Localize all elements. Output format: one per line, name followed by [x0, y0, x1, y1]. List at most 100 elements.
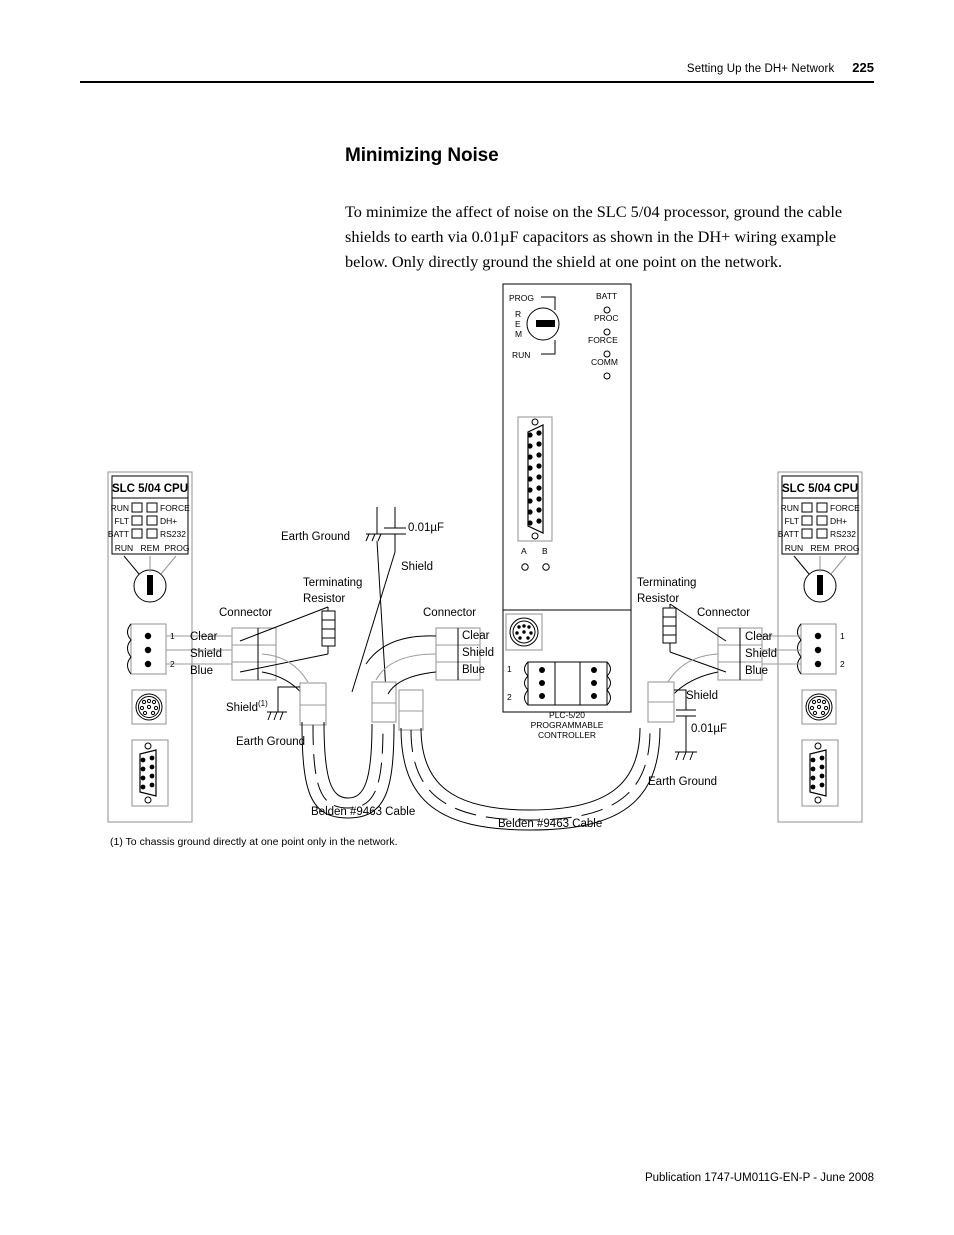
slc-left-de9-connector[interactable] [131, 739, 169, 807]
svg-text:1: 1 [507, 664, 512, 674]
page-header: Setting Up the DH+ Network 225 [80, 60, 874, 83]
svg-text:DH+: DH+ [160, 516, 177, 526]
earth-ground-symbol-left [267, 711, 287, 721]
plc-terminal-block[interactable] [524, 661, 611, 706]
svg-text:SLC 5/04 CPU: SLC 5/04 CPU [782, 483, 858, 495]
page-number: 225 [852, 60, 874, 75]
slc-right-de9-connector[interactable] [801, 739, 839, 807]
label-earth-ground-left: Earth Ground [236, 736, 306, 748]
svg-text:BATT: BATT [778, 529, 799, 539]
label-shield-footnote-text: Shield [226, 701, 258, 714]
svg-text:COMM: COMM [591, 357, 618, 367]
label-shield-right: Shield [686, 690, 718, 702]
label-wire-shield-mid: Shield [462, 647, 494, 659]
dhplus-wiring-diagram: .ln { fill:none; stroke:#000; stroke-wid… [0, 262, 954, 862]
shield-earth-ground-left [267, 686, 300, 721]
svg-text:RS232: RS232 [160, 529, 186, 539]
svg-text:PROC: PROC [594, 313, 619, 323]
svg-text:SLC 5/04 CPU: SLC 5/04 CPU [112, 483, 188, 495]
cable-left-belden [299, 681, 397, 819]
plc-port-a-hole [521, 563, 529, 571]
plc-module [502, 283, 632, 713]
label-wire-clear-right: Clear [745, 631, 773, 643]
svg-text:PLC-5/20: PLC-5/20 [549, 710, 585, 720]
label-shield-top: Shield [401, 561, 433, 573]
svg-text:2: 2 [840, 659, 845, 669]
label-wire-shield-left: Shield [190, 648, 222, 660]
svg-text:RUN: RUN [111, 503, 129, 513]
earth-ground-symbol-right [675, 751, 697, 761]
label-wire-clear-mid: Clear [462, 630, 490, 642]
label-wire-blue-mid: Blue [462, 664, 486, 676]
svg-text:RUN: RUN [781, 503, 799, 513]
label-earth-ground-top: Earth Ground [281, 531, 351, 543]
slc-left-din-connector[interactable] [131, 689, 167, 725]
capacitor-symbol-top [384, 507, 406, 552]
earth-ground-symbol-top [365, 533, 384, 542]
label-wire-blue-left: Blue [190, 665, 214, 677]
label-terminating-resistor-left-line1: Terminating [303, 577, 363, 589]
label-capacitor-right: 0.01µF [691, 723, 728, 735]
label-wire-shield-right: Shield [745, 648, 777, 660]
svg-text:FLT: FLT [785, 516, 799, 526]
svg-text:2: 2 [170, 659, 175, 669]
label-connector-right: Connector [697, 607, 751, 619]
svg-text:PROG: PROG [509, 293, 534, 303]
label-shield-footnote-left: Shield(1) [226, 697, 268, 715]
svg-text:R: R [515, 309, 521, 319]
svg-text:E: E [515, 319, 521, 329]
svg-text:PROGRAMMABLE: PROGRAMMABLE [531, 720, 604, 730]
cable-right-belden [400, 727, 661, 831]
footnote: (1) To chassis ground directly at one po… [110, 836, 398, 848]
svg-text:BATT: BATT [108, 529, 129, 539]
label-capacitor-top: 0.01µF [408, 522, 445, 534]
diagram-canvas: .ln { fill:none; stroke:#000; stroke-wid… [107, 283, 863, 831]
footnote-marker: (1) [257, 699, 268, 708]
svg-text:BATT: BATT [596, 291, 617, 301]
terminating-resistor-left [321, 607, 336, 654]
svg-text:RS232: RS232 [830, 529, 856, 539]
svg-text:B: B [542, 546, 548, 556]
slc-left-terminal-block[interactable] [127, 623, 167, 675]
top-capacitor-ground-group [351, 507, 406, 693]
label-connector-left: Connector [219, 607, 273, 619]
plc-db25-connector[interactable] [517, 416, 553, 542]
svg-text:1: 1 [170, 631, 175, 641]
svg-text:PROG: PROG [834, 543, 859, 553]
svg-text:RUN: RUN [512, 350, 530, 360]
svg-text:DH+: DH+ [830, 516, 847, 526]
section-title: Minimizing Noise [345, 144, 499, 166]
svg-text:RUN: RUN [785, 543, 803, 553]
running-head-title: Setting Up the DH+ Network [686, 63, 835, 75]
header-divider [80, 81, 874, 83]
slc-right-din-connector[interactable] [801, 689, 837, 725]
page-header-row: Setting Up the DH+ Network 225 [80, 60, 874, 81]
svg-text:FLT: FLT [115, 516, 129, 526]
svg-text:FORCE: FORCE [588, 335, 618, 345]
svg-text:2: 2 [507, 692, 512, 702]
svg-text:CONTROLLER: CONTROLLER [538, 730, 596, 740]
svg-text:1: 1 [840, 631, 845, 641]
plc-din-connector[interactable] [505, 613, 543, 651]
label-earth-ground-right: Earth Ground [648, 776, 718, 788]
label-wire-blue-right: Blue [745, 665, 769, 677]
svg-text:RUN: RUN [115, 543, 133, 553]
label-cable-left: Belden #9463 Cable [311, 806, 416, 818]
label-terminating-resistor-right-line1: Terminating [637, 577, 697, 589]
plc-port-b-hole [542, 563, 550, 571]
svg-text:PROG: PROG [164, 543, 189, 553]
label-wire-clear-left: Clear [190, 631, 218, 643]
label-cable-right: Belden #9463 Cable [498, 818, 603, 830]
page-footer: Publication 1747-UM011G-EN-P - June 2008 [644, 1172, 874, 1184]
svg-text:M: M [515, 329, 522, 339]
svg-text:FORCE: FORCE [830, 503, 860, 513]
label-connector-mid: Connector [423, 607, 477, 619]
label-terminating-resistor-left-line2: Resistor [303, 593, 346, 605]
svg-text:FORCE: FORCE [160, 503, 190, 513]
label-terminating-resistor-right-line2: Resistor [637, 593, 680, 605]
svg-text:REM: REM [141, 543, 160, 553]
svg-text:A: A [521, 546, 527, 556]
svg-text:REM: REM [811, 543, 830, 553]
terminating-resistor-right [662, 604, 677, 652]
slc-right-terminal-block[interactable] [797, 623, 837, 675]
